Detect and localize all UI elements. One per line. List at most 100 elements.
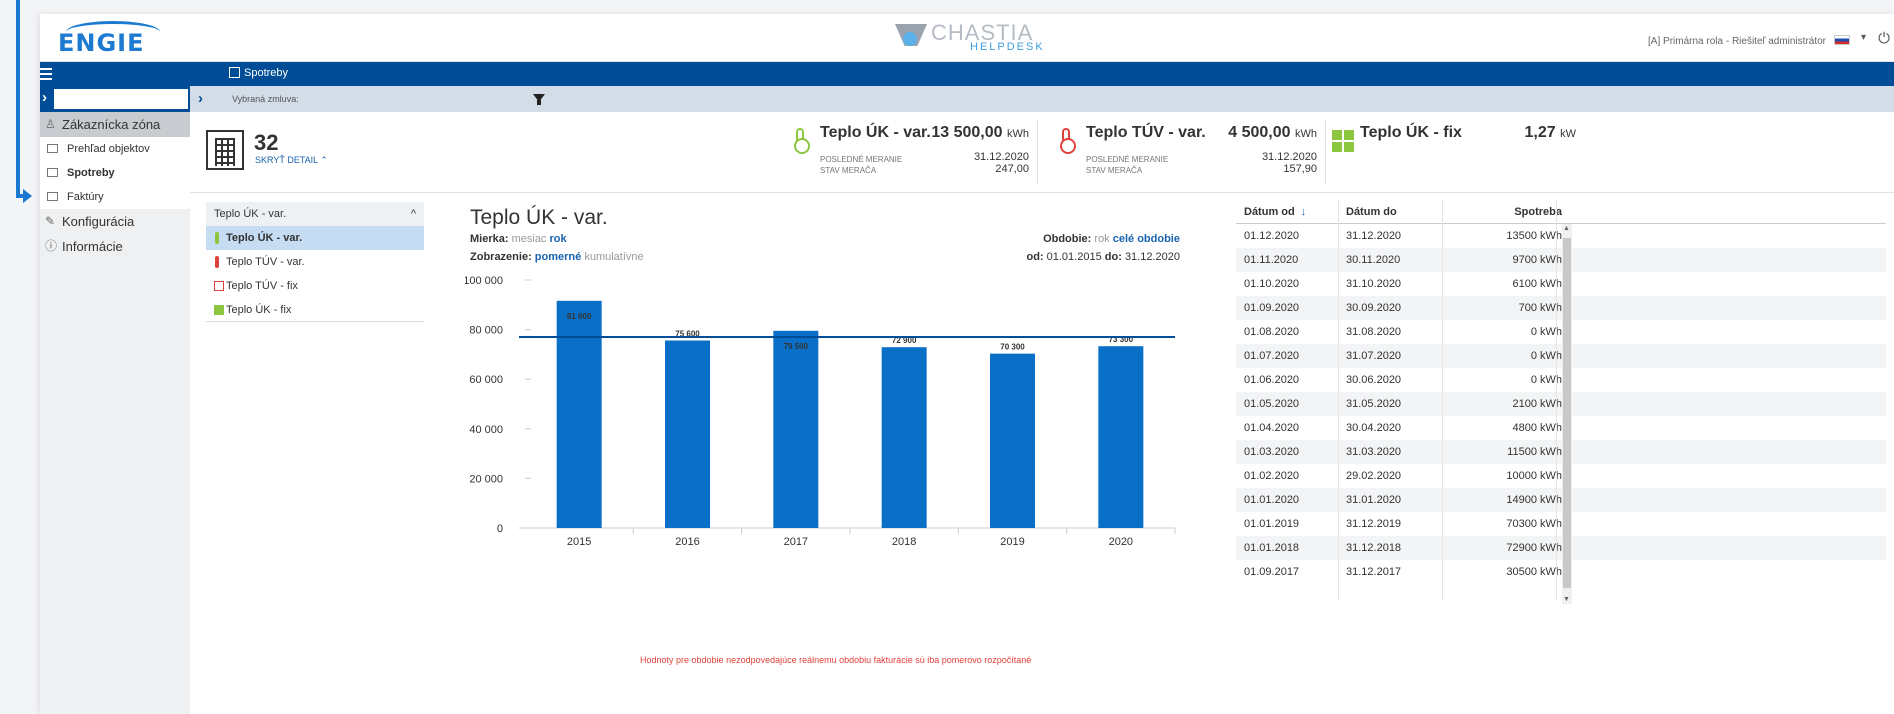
hide-detail-link[interactable]: SKRYŤ DETAIL ⌃	[255, 155, 328, 166]
meter-state-label: STAV MERAČA	[1086, 166, 1143, 175]
display-option-relative[interactable]: pomerné	[535, 251, 581, 263]
table-row[interactable]: 01.12.2020 31.12.2020 13500 kWh	[1236, 224, 1886, 248]
chart-bar	[665, 340, 710, 528]
meter-card[interactable]: Teplo ÚK - var. 13 500,00 kWh POSLEDNÉ M…	[790, 120, 1038, 184]
bar-data-label: 91 600	[567, 312, 592, 321]
service-list-header[interactable]: Teplo ÚK - var. ^	[206, 202, 424, 226]
table-row[interactable]: 01.11.2020 30.11.2020 9700 kWh	[1236, 248, 1886, 272]
language-dropdown-icon[interactable]: ▾	[1861, 32, 1866, 43]
filter-funnel-icon-stem	[537, 100, 541, 105]
table-scrollbar[interactable]: ▲ ▼	[1562, 224, 1572, 604]
sidebar-item-faktury[interactable]: Faktúry	[40, 185, 190, 209]
cell-consumption: 0 kWh	[1530, 326, 1562, 338]
helpdesk-logo: CHASTIA HELPDESK	[895, 20, 1065, 54]
table-row[interactable]: 01.09.2020 30.09.2020 700 kWh	[1236, 296, 1886, 320]
chart-note: Hodnoty pre obdobie nezodpovedajúce reál…	[640, 655, 1032, 665]
cell-consumption: 30500 kWh	[1506, 566, 1562, 578]
x-tick-label: 2016	[675, 536, 699, 548]
chart-bar	[556, 300, 602, 528]
period-option-year[interactable]: rok	[1094, 233, 1109, 245]
sidebar-section-konfiguracia[interactable]: ✎ Konfigurácia	[40, 209, 190, 234]
annotation-arrow-head	[23, 189, 32, 203]
sidebar-item-prehlad-objektov[interactable]: Prehľad objektov	[40, 137, 190, 161]
scroll-up-icon[interactable]: ▲	[1563, 225, 1570, 232]
meter-value: 13 500,00 kWh	[931, 124, 1029, 142]
table-row[interactable]: 01.05.2020 31.05.2020 2100 kWh	[1236, 392, 1886, 416]
cell-date-to: 31.08.2020	[1346, 326, 1402, 338]
service-list-header-label: Teplo ÚK - var.	[214, 208, 287, 220]
scrollbar-thumb[interactable]	[1563, 238, 1571, 588]
filter-bar: › › Vybraná zmluva:	[40, 86, 1894, 112]
table-row[interactable]: 01.01.2018 31.12.2018 72900 kWh	[1236, 536, 1886, 560]
user-role[interactable]: [A] Primárna rola - Riešiteľ administrát…	[1648, 36, 1826, 47]
table-row[interactable]: 01.10.2020 31.10.2020 6100 kWh	[1236, 272, 1886, 296]
table-row[interactable]: 01.09.2017 31.12.2017 30500 kWh	[1236, 560, 1886, 584]
scroll-down-icon[interactable]: ▼	[1563, 596, 1570, 603]
date-range: od: 01.01.2015 do: 31.12.2020	[1026, 251, 1180, 263]
y-tick-label: 20 000	[469, 473, 503, 485]
consumption-bar-chart: 0 20 000 40 000 60 000 80 000 100 000 91 600 20…	[465, 275, 1176, 548]
hamburger-menu-icon[interactable]	[40, 68, 52, 80]
language-flag-icon[interactable]	[1834, 35, 1850, 45]
sidebar-section-informacie[interactable]: ⓘ Informácie	[40, 234, 190, 259]
scale-option-month[interactable]: mesiac	[512, 233, 547, 245]
table-row[interactable]: 01.07.2020 31.07.2020 0 kWh	[1236, 344, 1886, 368]
service-item-teplo-tuv-fix[interactable]: Teplo TÚV - fix	[206, 274, 424, 298]
expand-chevron-icon[interactable]: ›	[198, 90, 203, 107]
table-row[interactable]: 01.06.2020 30.06.2020 0 kWh	[1236, 368, 1886, 392]
engie-logo[interactable]: ENGIE	[58, 20, 173, 58]
from-label: od:	[1026, 251, 1044, 263]
info-icon: ⓘ	[45, 239, 58, 253]
table-row[interactable]: 01.04.2020 30.04.2020 4800 kWh	[1236, 416, 1886, 440]
period-label: Obdobie:	[1043, 233, 1092, 245]
cell-date-to: 30.11.2020	[1346, 254, 1401, 266]
app-window: ENGIE CHASTIA HELPDESK [A] Primárna rola…	[40, 14, 1894, 714]
table-row[interactable]: 01.08.2020 31.08.2020 0 kWh	[1236, 320, 1886, 344]
logout-power-icon[interactable]: ⏻	[1878, 30, 1890, 47]
helpdesk-logo-dot	[903, 32, 917, 46]
table-row[interactable]: 01.01.2020 31.01.2020 14900 kWh	[1236, 488, 1886, 512]
x-tick-label: 2019	[1000, 536, 1024, 548]
cell-date-from: 01.12.2020	[1244, 230, 1300, 242]
table-row[interactable]: 01.01.2019 31.12.2019 70300 kWh	[1236, 512, 1886, 536]
service-item-teplo-uk-var[interactable]: Teplo ÚK - var.	[206, 226, 424, 250]
consumption-icon	[47, 168, 58, 177]
display-option-cumulative[interactable]: kumulatívne	[584, 251, 643, 263]
meter-card[interactable]: Teplo ÚK - fix 1,27 kW	[1330, 120, 1576, 184]
divider	[190, 192, 1894, 193]
table-row[interactable]: 01.03.2020 31.03.2020 11500 kWh	[1236, 440, 1886, 464]
service-item-label: Teplo TÚV - var.	[226, 256, 305, 268]
service-item-teplo-uk-fix[interactable]: Teplo ÚK - fix	[206, 298, 424, 322]
sidebar-section-label: Informácie	[62, 239, 123, 254]
header-date-from-label: Dátum od	[1244, 206, 1295, 218]
cell-date-from: 01.01.2018	[1244, 542, 1300, 554]
cell-consumption: 11500 kWh	[1507, 446, 1562, 458]
page-title: Spotreby	[229, 67, 288, 79]
scale-option-year[interactable]: rok	[550, 233, 567, 245]
chevron-right-icon[interactable]: ›	[42, 89, 47, 106]
meter-state-value: 157,90	[1283, 163, 1317, 175]
cell-date-to: 31.03.2020	[1346, 446, 1402, 458]
cell-consumption: 0 kWh	[1530, 350, 1562, 362]
meter-card[interactable]: Teplo TÚV - var. 4 500,00 kWh POSLEDNÉ M…	[1056, 120, 1326, 184]
period-option-whole[interactable]: celé obdobie	[1113, 233, 1180, 245]
cell-date-to: 30.09.2020	[1346, 302, 1402, 314]
search-input[interactable]	[54, 89, 188, 109]
table-row[interactable]: 01.02.2020 29.02.2020 10000 kWh	[1236, 464, 1886, 488]
main-content: 32 SKRYŤ DETAIL ⌃ Teplo ÚK - var. 13 500…	[190, 112, 1894, 714]
header-date-to[interactable]: Dátum do	[1346, 200, 1397, 224]
header-date-from[interactable]: Dátum od ↓	[1244, 200, 1306, 224]
meter-state-value: 247,00	[995, 163, 1029, 175]
from-date[interactable]: 01.01.2015	[1047, 251, 1102, 263]
x-tick-label: 2017	[784, 536, 808, 548]
meter-value: 1,27 kW	[1525, 124, 1576, 142]
sidebar-section-zakaznicka-zona[interactable]: ♙ Zákaznícka zóna	[40, 112, 190, 137]
sidebar: ♙ Zákaznícka zóna Prehľad objektov Spotre…	[40, 112, 190, 714]
header-consumption[interactable]: Spotreba	[1446, 200, 1562, 224]
service-item-teplo-tuv-var[interactable]: Teplo TÚV - var.	[206, 250, 424, 274]
to-date[interactable]: 31.12.2020	[1125, 251, 1180, 263]
sidebar-item-spotreby[interactable]: Spotreby	[40, 161, 190, 185]
sidebar-item-label: Spotreby	[67, 167, 115, 179]
cell-date-from: 01.07.2020	[1244, 350, 1300, 362]
column-divider	[1442, 200, 1443, 600]
